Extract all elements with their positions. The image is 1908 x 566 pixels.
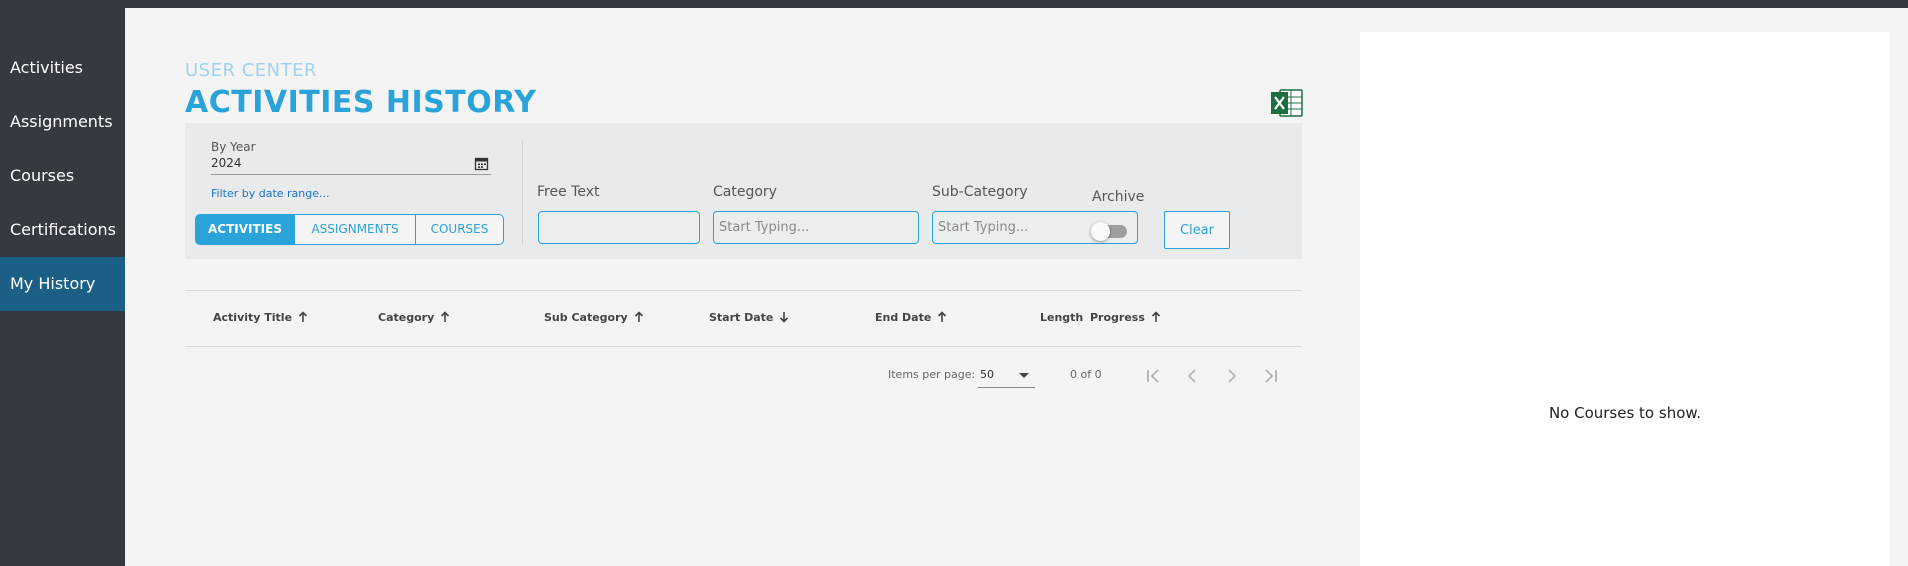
sidebar: Activities Assignments Courses Certifica… [0, 8, 146, 566]
sort-down-icon [780, 312, 789, 323]
column-header-start-date[interactable]: Start Date [709, 311, 789, 324]
calendar-icon[interactable] [474, 156, 489, 171]
column-header-end-date[interactable]: End Date [875, 311, 947, 324]
sidebar-item-assignments[interactable]: Assignments [0, 95, 125, 149]
year-field[interactable]: 2024 [211, 156, 242, 170]
items-per-page-label: Items per page: [888, 368, 976, 381]
subcategory-label: Sub-Category [932, 184, 1028, 200]
sidebar-item-certifications[interactable]: Certifications [0, 203, 125, 257]
table-divider-bottom [185, 346, 1302, 347]
column-header-category[interactable]: Category [378, 311, 450, 324]
category-label: Category [713, 184, 777, 200]
year-label: By Year [211, 140, 256, 154]
column-header-label: End Date [875, 311, 932, 324]
column-header-label: Progress [1090, 311, 1145, 324]
chevron-down-icon [1019, 373, 1029, 378]
sort-up-icon [634, 311, 643, 322]
pagination-range: 0 of 0 [1070, 368, 1102, 381]
excel-export-icon[interactable] [1270, 88, 1304, 118]
courses-panel: No Courses to show. [1360, 32, 1890, 566]
sort-up-icon [441, 311, 450, 322]
previous-page-button[interactable] [1180, 364, 1204, 388]
column-header-label: Sub Category [544, 311, 628, 324]
archive-toggle[interactable] [1091, 222, 1127, 241]
first-page-icon [1147, 369, 1159, 383]
year-field-underline [211, 174, 491, 175]
filter-panel: By Year 2024 Filter by date range... ACT… [185, 123, 1302, 259]
page-title: ACTIVITIES HISTORY [185, 85, 537, 120]
top-bar [0, 0, 1908, 8]
chevron-right-icon [1228, 369, 1237, 383]
empty-state-message: No Courses to show. [1548, 404, 1702, 422]
column-header-activity-title[interactable]: Activity Title [213, 311, 308, 324]
last-page-button[interactable] [1259, 364, 1283, 388]
sidebar-item-courses[interactable]: Courses [0, 149, 125, 203]
last-page-icon [1265, 369, 1277, 383]
first-page-button[interactable] [1141, 364, 1165, 388]
sort-up-icon [298, 311, 308, 322]
column-header-length[interactable]: Length [1040, 311, 1083, 324]
items-per-page-value: 50 [980, 368, 994, 381]
column-header-label: Length [1040, 311, 1084, 324]
column-header-label: Category [378, 311, 435, 324]
tab-assignments[interactable]: ASSIGNMENTS [294, 214, 416, 245]
items-per-page-select[interactable]: 50 [978, 364, 1035, 388]
tab-activities[interactable]: ACTIVITIES [195, 214, 295, 245]
column-header-label: Activity Title [213, 311, 293, 324]
date-range-link[interactable]: Filter by date range... [211, 187, 330, 200]
tab-courses[interactable]: COURSES [415, 214, 504, 245]
sort-up-icon [938, 311, 947, 322]
table-divider-top [185, 290, 1302, 291]
clear-button[interactable]: Clear [1164, 211, 1230, 249]
archive-toggle-thumb [1091, 222, 1110, 241]
archive-label: Archive [1092, 189, 1145, 205]
category-input[interactable] [713, 211, 919, 244]
free-text-label: Free Text [537, 184, 600, 200]
next-page-button[interactable] [1220, 364, 1244, 388]
chevron-left-icon [1187, 369, 1196, 383]
sort-up-icon [1151, 311, 1160, 322]
column-header-label: Start Date [709, 311, 774, 324]
main-content: USER CENTER ACTIVITIES HISTORY By Year 2… [125, 8, 1360, 566]
column-header-sub-category[interactable]: Sub Category [544, 311, 644, 324]
sidebar-item-activities[interactable]: Activities [0, 41, 125, 95]
free-text-input[interactable] [538, 211, 700, 244]
breadcrumb: USER CENTER [185, 60, 317, 81]
filter-divider [522, 141, 523, 245]
column-header-progress[interactable]: Progress [1090, 311, 1161, 324]
